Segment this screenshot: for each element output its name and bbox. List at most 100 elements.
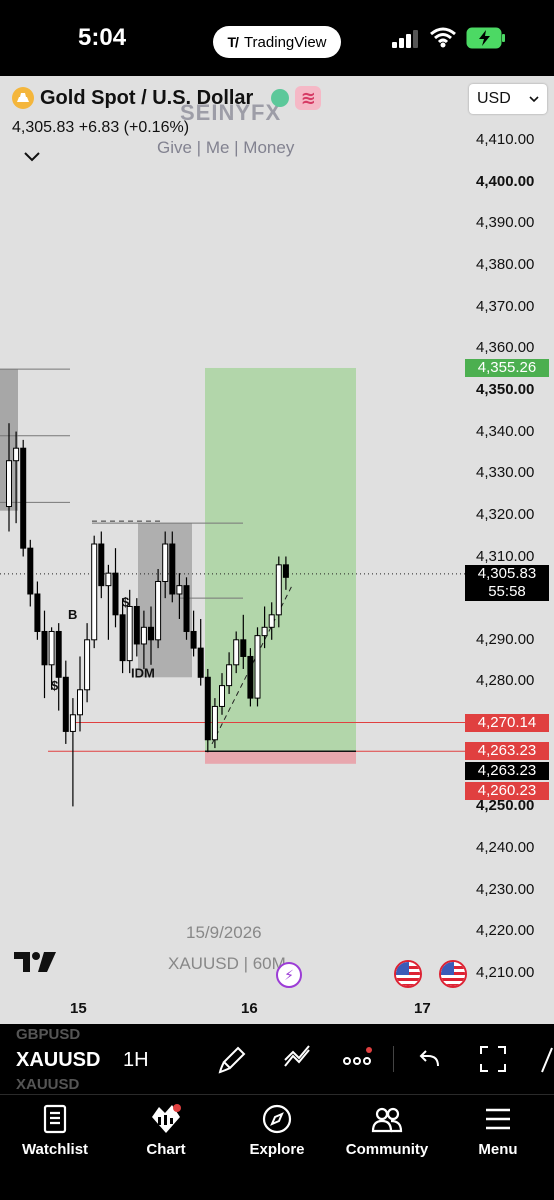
more-tools-icon[interactable]: [536, 1044, 554, 1074]
tradingview-logo-icon: [14, 952, 56, 972]
currency-selector[interactable]: USD: [469, 84, 547, 114]
watermark-symbol: XAUUSD | 60M: [168, 954, 286, 973]
more-icon[interactable]: [342, 1044, 372, 1074]
gold-coin-icon: [12, 87, 34, 109]
interval-selector[interactable]: 1H: [123, 1049, 149, 1072]
waves-icon[interactable]: ≋: [295, 86, 322, 110]
candle: [183, 585, 190, 632]
chart-toolbar: GBPUSD XAUUSD XAUUSD 1H: [0, 1024, 554, 1094]
chart-annotation: $: [51, 678, 59, 693]
status-bar: 5:04 T/ TradingView: [0, 0, 554, 76]
chart-area[interactable]: B $ IDM $ SEINYFX Give | Me | Money 15/9/20…: [0, 76, 554, 1024]
candle: [55, 630, 62, 678]
price-axis-label: 4,400.00: [476, 172, 535, 190]
price-tag-take-profit: 4,355.26: [465, 358, 549, 377]
tab-explore[interactable]: Explore: [222, 1103, 332, 1167]
menu-icon: [486, 1108, 510, 1130]
price-axis-label: 4,280.00: [476, 672, 535, 690]
time-axis-label: 17: [414, 1000, 431, 1017]
candle: [105, 572, 112, 587]
price-axis-label: 4,370.00: [476, 297, 535, 315]
price-change: +6.83 (+0.16%): [78, 119, 190, 136]
candle: [69, 714, 76, 732]
fullscreen-icon[interactable]: [478, 1044, 508, 1074]
candle: [62, 676, 69, 732]
candle: [13, 447, 20, 462]
candle: [41, 630, 48, 666]
candle: [112, 572, 119, 616]
undo-icon[interactable]: [416, 1044, 446, 1074]
candle: [275, 564, 282, 616]
price-tag-entry: 4,263.23: [465, 762, 549, 781]
chart-annotation: B: [68, 607, 77, 622]
price-axis-label: 4,290.00: [476, 630, 535, 648]
candle: [133, 605, 140, 645]
watchlist-icon: [43, 1104, 67, 1134]
price-axis-label: 4,340.00: [476, 422, 535, 440]
take-profit-zone: [205, 367, 356, 752]
chart-annotation: $: [122, 594, 130, 609]
candle: [169, 543, 176, 595]
candle: [91, 543, 98, 641]
candle: [219, 685, 225, 707]
symbol-selector[interactable]: XAUUSD: [16, 1049, 100, 1072]
cellular-signal-icon: [392, 30, 418, 48]
candle: [162, 543, 169, 582]
tab-watchlist[interactable]: Watchlist: [0, 1103, 110, 1167]
candle: [126, 605, 133, 662]
us-flag-icon[interactable]: [394, 960, 422, 988]
candle: [261, 626, 268, 637]
price-axis-label: 4,230.00: [476, 880, 535, 898]
next-symbol[interactable]: XAUUSD: [16, 1076, 79, 1093]
price-axis-label: 4,350.00: [476, 380, 535, 398]
candle: [268, 614, 275, 628]
battery-charging-icon: [466, 27, 505, 49]
tab-community[interactable]: Community: [332, 1103, 442, 1167]
time-axis-label: 16: [241, 1000, 258, 1017]
currency-label: USD: [477, 90, 511, 107]
chevron-down-icon[interactable]: [22, 150, 42, 164]
toolbar-divider: [393, 1046, 394, 1072]
tab-menu[interactable]: Menu: [443, 1103, 553, 1167]
candle: [48, 630, 55, 666]
candle: [240, 639, 247, 657]
tab-chart[interactable]: Chart: [111, 1103, 221, 1167]
candle: [282, 564, 289, 578]
candle: [190, 630, 197, 649]
tradingview-pill[interactable]: T/ TradingView: [213, 26, 341, 58]
candle: [98, 543, 105, 587]
candle: [20, 447, 27, 549]
candle: [6, 460, 12, 508]
current-price: 4,305.83: [12, 119, 75, 136]
lightning-icon[interactable]: ⚡: [276, 962, 302, 988]
price-axis-label: 4,390.00: [476, 214, 535, 232]
price-axis-label: 4,360.00: [476, 339, 535, 357]
price-axis-label: 4,410.00: [476, 131, 535, 148]
tradingview-pill-label: TradingView: [243, 33, 327, 51]
symbol-title[interactable]: Gold Spot / U.S. Dollar: [40, 87, 253, 110]
candle: [84, 639, 91, 691]
price-summary: 4,305.83 +6.83 (+0.16%): [12, 119, 189, 137]
drawing-tools-icon[interactable]: [282, 1044, 312, 1074]
candlestick-chart[interactable]: B $ IDM $: [0, 76, 554, 1024]
watermark-subtitle: Give | Me | Money: [157, 138, 295, 157]
watermark-date: 15/9/2026: [186, 923, 262, 942]
tab-label: Watchlist: [21, 1141, 89, 1158]
chart-icon: [152, 1104, 181, 1133]
price-axis-label: 4,380.00: [476, 255, 535, 273]
us-flag-icon[interactable]: [439, 960, 467, 988]
candle: [204, 676, 211, 741]
brush-icon[interactable]: [218, 1044, 248, 1074]
community-icon: [371, 1107, 403, 1133]
market-status-dot[interactable]: [271, 89, 290, 107]
candle: [176, 585, 183, 595]
tradingview-logo-icon: T/: [227, 34, 239, 50]
price-axis-label: 4,330.00: [476, 464, 535, 482]
price-axis-label: 4,220.00: [476, 922, 535, 940]
candle: [233, 639, 240, 666]
candle: [34, 593, 41, 632]
price-axis-label: 4,240.00: [476, 839, 535, 857]
symbol-header[interactable]: Gold Spot / U.S. Dollar ≋: [12, 86, 322, 110]
compass-icon: [262, 1104, 292, 1134]
previous-symbol[interactable]: GBPUSD: [16, 1026, 80, 1043]
